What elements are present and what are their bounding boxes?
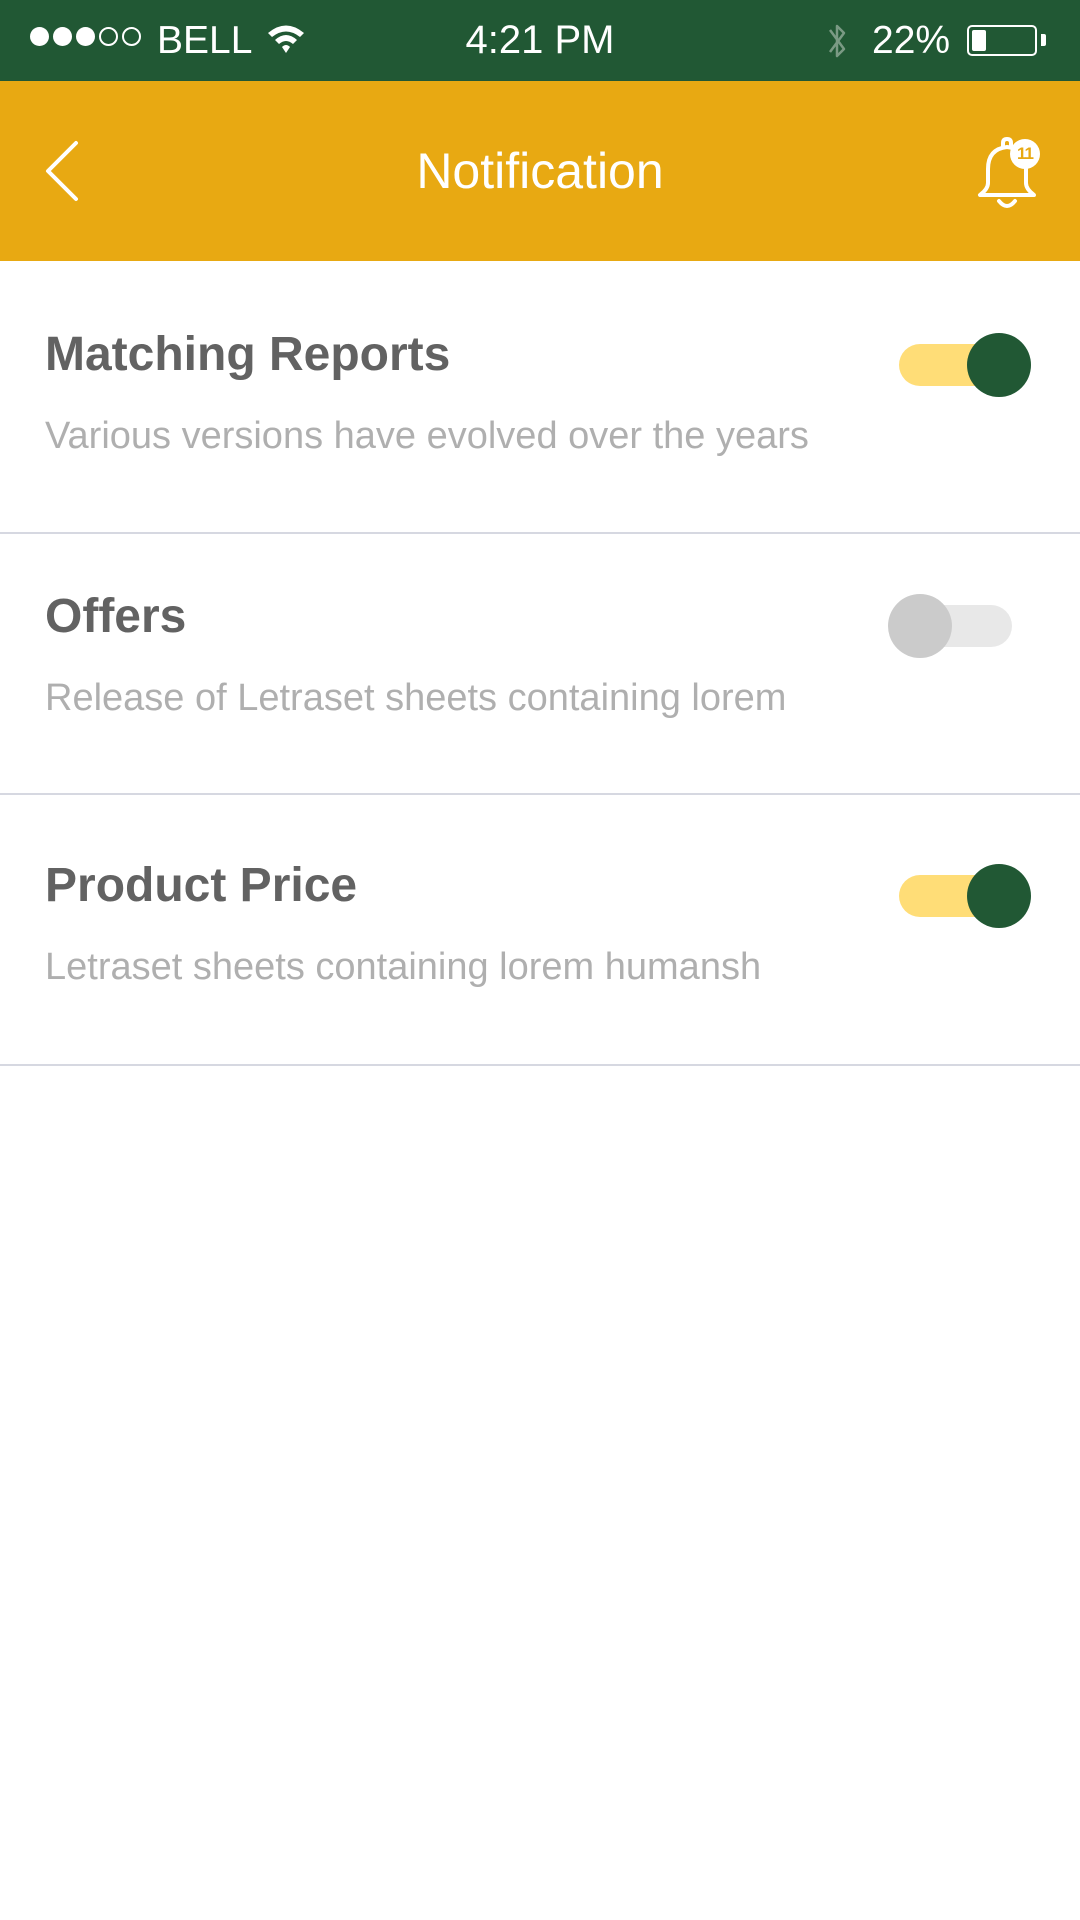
battery-level-fill	[972, 30, 986, 51]
notification-settings-list: Matching Reports Various versions have e…	[0, 261, 1080, 1066]
bluetooth-icon	[828, 24, 846, 58]
toggle-matching-reports[interactable]	[899, 323, 1034, 397]
setting-description: Letraset sheets containing lorem humansh	[45, 946, 762, 988]
status-bar: BELL 4:21 PM 22%	[0, 0, 1080, 81]
battery-icon	[967, 25, 1037, 56]
toggle-offers[interactable]	[888, 584, 1023, 658]
app-bar: Notification 11	[0, 81, 1080, 261]
setting-row-matching-reports: Matching Reports Various versions have e…	[0, 261, 1080, 534]
setting-description: Release of Letraset sheets containing lo…	[45, 677, 787, 719]
battery-tip	[1041, 34, 1046, 46]
page-title: Notification	[416, 143, 664, 199]
setting-row-offers: Offers Release of Letraset sheets contai…	[0, 534, 1080, 795]
toggle-knob	[967, 333, 1031, 397]
notification-badge: 11	[1010, 139, 1040, 169]
toggle-knob	[888, 594, 952, 658]
setting-description: Various versions have evolved over the y…	[45, 415, 809, 457]
notifications-button[interactable]: 11	[972, 131, 1044, 215]
setting-row-product-price: Product Price Letraset sheets containing…	[0, 795, 1080, 1066]
setting-label: Product Price	[45, 859, 358, 912]
setting-label: Matching Reports	[45, 328, 451, 381]
toggle-product-price[interactable]	[899, 854, 1034, 928]
setting-label: Offers	[45, 590, 187, 643]
toggle-knob	[967, 864, 1031, 928]
battery-percentage: 22%	[872, 19, 951, 62]
